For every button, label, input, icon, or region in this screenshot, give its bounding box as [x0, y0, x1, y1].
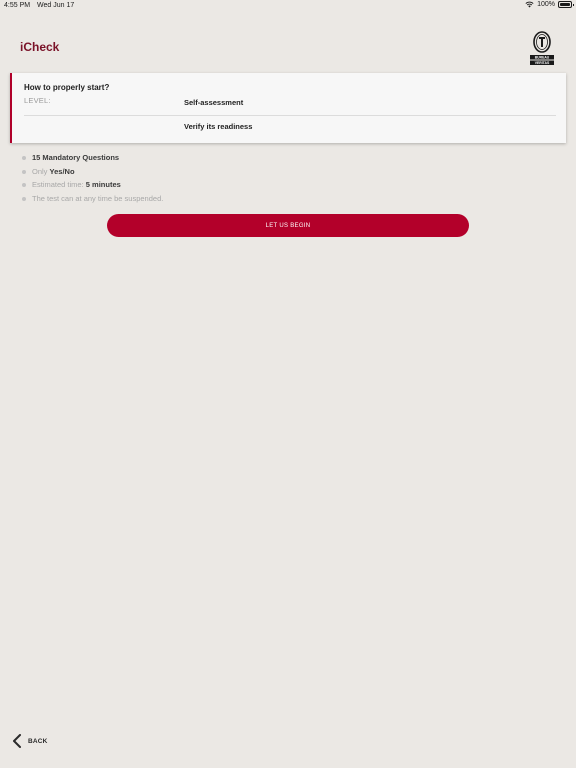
- status-indicators: 100%: [525, 1, 574, 8]
- assessment-card: How to properly start? LEVEL: Self-asses…: [10, 73, 566, 143]
- logo-text-bottom: VERITAS: [535, 61, 550, 65]
- estimated-time-prefix: Estimated time:: [32, 180, 84, 189]
- level-value: Self-assessment: [184, 98, 244, 107]
- back-button[interactable]: BACK: [12, 733, 48, 749]
- info-item-estimated-time: Estimated time: 5 minutes: [22, 180, 163, 194]
- bureau-veritas-logo-icon: BUREAU VERITAS: [530, 31, 554, 65]
- logo-text-top: BUREAU: [535, 56, 550, 60]
- back-label: BACK: [28, 737, 48, 745]
- card-divider: [24, 115, 556, 116]
- battery-percent: 100%: [537, 1, 555, 8]
- status-date: Wed Jun 17: [37, 2, 75, 9]
- answer-type-prefix: Only: [32, 166, 48, 176]
- status-time: 4:55 PM: [4, 2, 31, 9]
- answer-type-value: Yes/No: [49, 166, 75, 176]
- info-item-suspend-note: The test can at any time be suspended.: [22, 194, 163, 208]
- level-label: LEVEL:: [24, 96, 51, 105]
- app-title: iCheck: [20, 40, 60, 54]
- questions-count: 15 Mandatory Questions: [32, 153, 120, 162]
- suspend-note: The test can at any time be suspended.: [32, 193, 164, 203]
- let-us-begin-button[interactable]: LET US BEGIN: [107, 214, 469, 237]
- battery-icon: [558, 1, 574, 8]
- screen: 4:55 PM Wed Jun 17 100% iCheck BUREAU VE…: [0, 0, 576, 768]
- info-item-answer-type: Only Yes/No: [22, 167, 163, 181]
- battery-fill: [560, 3, 570, 6]
- info-item-questions: 15 Mandatory Questions: [22, 153, 163, 167]
- wifi-icon: [525, 1, 534, 8]
- info-list: 15 Mandatory Questions Only Yes/No Estim…: [22, 153, 163, 207]
- card-subtitle: Verify its readiness: [184, 122, 253, 131]
- status-bar: 4:55 PM Wed Jun 17 100%: [0, 0, 576, 12]
- estimated-time-value: 5 minutes: [85, 180, 121, 189]
- card-title: How to properly start?: [24, 83, 110, 92]
- chevron-left-icon: [13, 734, 21, 748]
